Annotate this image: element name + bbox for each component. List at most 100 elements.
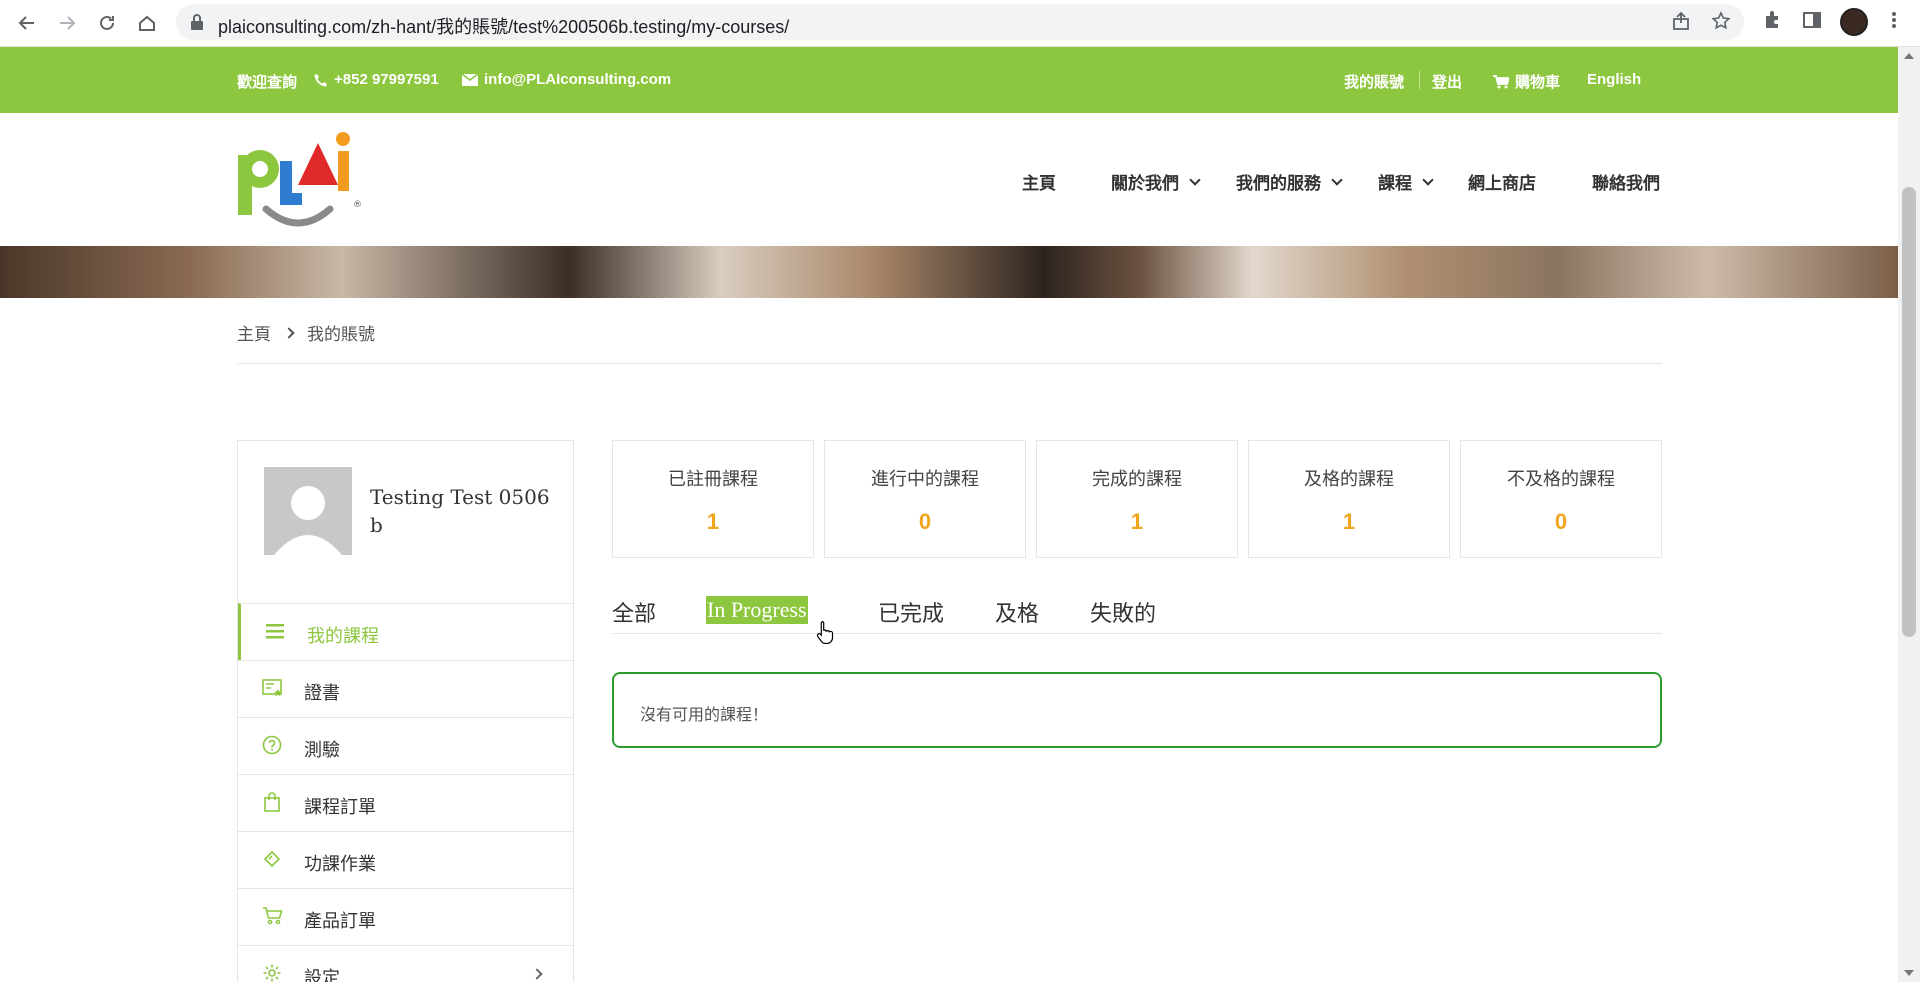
stat-in-progress-courses: 進行中的課程 0 <box>824 440 1026 558</box>
cart-icon <box>262 906 286 930</box>
stat-value: 0 <box>918 509 932 534</box>
stat-value: 1 <box>1342 509 1356 534</box>
stat-label: 不及格的課程 <box>1507 469 1615 489</box>
nav-contact-label: 聯絡我們 <box>1592 174 1660 193</box>
tab-completed[interactable]: 已完成 <box>878 596 944 628</box>
page-scrollbar[interactable] <box>1898 47 1920 982</box>
tab-passed[interactable]: 及格 <box>995 596 1039 628</box>
star-icon[interactable] <box>1710 11 1732 33</box>
breadcrumb-divider <box>237 363 1662 364</box>
forward-icon[interactable] <box>53 9 81 37</box>
email-link[interactable]: info@PLAIconsulting.com <box>462 71 671 88</box>
stat-value: 1 <box>706 509 720 534</box>
topbar-divider <box>1419 71 1420 89</box>
stat-failed-courses: 不及格的課程 0 <box>1460 440 1662 558</box>
phone-number: +852 97997591 <box>334 71 439 88</box>
sidebar-item-label: 測驗 <box>304 740 340 760</box>
home-icon[interactable] <box>133 9 161 37</box>
sidebar-item-certificates[interactable]: 證書 <box>238 660 573 717</box>
tabs-divider <box>612 633 1662 634</box>
cart-link[interactable]: 購物車 <box>1493 71 1560 92</box>
url-text[interactable]: plaiconsulting.com/zh-hant/我的賬號/test%200… <box>218 13 789 39</box>
nav-services[interactable]: 我們的服務 <box>1236 169 1343 194</box>
back-icon[interactable] <box>13 9 41 37</box>
sidebar-item-product-orders[interactable]: 產品訂單 <box>238 888 573 945</box>
stat-passed-courses: 及格的課程 1 <box>1248 440 1450 558</box>
page-banner-image <box>0 246 1898 298</box>
shopping-bag-icon <box>262 792 286 816</box>
gear-icon <box>262 963 286 982</box>
envelope-icon <box>462 73 478 86</box>
certificate-icon <box>262 678 286 702</box>
chevron-down-icon <box>1331 173 1343 186</box>
sidebar-item-settings[interactable]: 設定 <box>238 945 573 982</box>
stat-completed-courses: 完成的課程 1 <box>1036 440 1238 558</box>
account-sidebar: Testing Test 0506 b 我的課程 證書 測驗 課程訂單 功課作業 <box>237 440 574 982</box>
profile-name: Testing Test 0506 b <box>370 485 550 537</box>
more-menu-icon[interactable] <box>1882 10 1906 34</box>
nav-home-label: 主頁 <box>1022 174 1056 193</box>
sidebar-item-quizzes[interactable]: 測驗 <box>238 717 573 774</box>
plai-logo[interactable]: ® <box>236 125 366 237</box>
scroll-up-arrow-icon[interactable] <box>1904 53 1914 59</box>
nav-services-label: 我們的服務 <box>1236 174 1321 193</box>
sidebar-item-label: 功課作業 <box>304 854 376 874</box>
scrollbar-thumb[interactable] <box>1902 187 1916 637</box>
email-address: info@PLAIconsulting.com <box>484 71 672 88</box>
nav-shop-label: 網上商店 <box>1468 174 1536 193</box>
profile-avatar-icon[interactable] <box>1840 8 1868 36</box>
hand-cursor-icon <box>816 620 836 645</box>
extensions-icon[interactable] <box>1760 10 1784 34</box>
question-icon <box>262 735 286 759</box>
phone-link[interactable]: +852 97997591 <box>314 71 439 88</box>
address-bar[interactable]: plaiconsulting.com/zh-hant/我的賬號/test%200… <box>176 4 1744 40</box>
sidebar-item-label: 產品訂單 <box>304 911 376 931</box>
chevron-down-icon <box>1189 173 1201 186</box>
reload-icon[interactable] <box>93 9 121 37</box>
stat-label: 完成的課程 <box>1092 469 1182 489</box>
cart-icon <box>1493 74 1509 88</box>
sidebar-item-label: 我的課程 <box>307 626 379 646</box>
breadcrumb-home[interactable]: 主頁 <box>237 320 271 345</box>
cart-label: 購物車 <box>1515 74 1561 91</box>
lock-icon <box>190 13 208 31</box>
sidebar-item-assignments[interactable]: 功課作業 <box>238 831 573 888</box>
nav-courses[interactable]: 課程 <box>1378 169 1434 194</box>
tab-all[interactable]: 全部 <box>612 596 656 628</box>
logout-link[interactable]: 登出 <box>1432 71 1462 92</box>
breadcrumb-current: 我的賬號 <box>307 325 375 344</box>
sidebar-item-label: 課程訂單 <box>304 797 376 817</box>
nav-about-label: 關於我們 <box>1111 174 1179 193</box>
chevron-down-icon <box>1422 173 1434 186</box>
sidebar-item-my-courses[interactable]: 我的課程 <box>238 603 573 660</box>
language-switch[interactable]: English <box>1587 71 1641 88</box>
sidebar-item-course-orders[interactable]: 課程訂單 <box>238 774 573 831</box>
phone-icon <box>314 73 327 86</box>
nav-shop[interactable]: 網上商店 <box>1468 169 1536 194</box>
sidebar-item-label: 設定 <box>304 968 340 982</box>
stat-value: 1 <box>1130 509 1144 534</box>
stat-value: 0 <box>1554 509 1568 534</box>
nav-home[interactable]: 主頁 <box>1022 169 1056 194</box>
list-icon <box>265 621 289 645</box>
tab-failed[interactable]: 失敗的 <box>1090 596 1156 628</box>
nav-contact[interactable]: 聯絡我們 <box>1592 169 1660 194</box>
nav-about[interactable]: 關於我們 <box>1111 169 1201 194</box>
share-icon[interactable] <box>1670 11 1692 33</box>
breadcrumb: 主頁 我的賬號 <box>237 320 375 345</box>
assignment-icon <box>262 849 286 873</box>
site-header: ® 主頁 關於我們 我們的服務 課程 網上商店 聯絡我們 <box>0 113 1898 246</box>
chevron-right-icon <box>283 326 295 339</box>
svg-text:®: ® <box>353 200 362 210</box>
avatar <box>264 467 352 555</box>
scroll-down-arrow-icon[interactable] <box>1904 970 1914 976</box>
stat-label: 及格的課程 <box>1304 469 1394 489</box>
tab-in-progress[interactable]: In Progress <box>706 596 808 624</box>
stat-enrolled-courses: 已註冊課程 1 <box>612 440 814 558</box>
side-panel-icon[interactable] <box>1800 10 1824 34</box>
stat-label: 已註冊課程 <box>668 469 758 489</box>
top-contact-bar: 歡迎查詢 +852 97997591 info@PLAIconsulting.c… <box>0 47 1898 113</box>
my-account-link[interactable]: 我的賬號 <box>1344 71 1404 92</box>
notice-text: 沒有可用的課程！ <box>640 707 769 724</box>
stat-label: 進行中的課程 <box>871 469 979 489</box>
